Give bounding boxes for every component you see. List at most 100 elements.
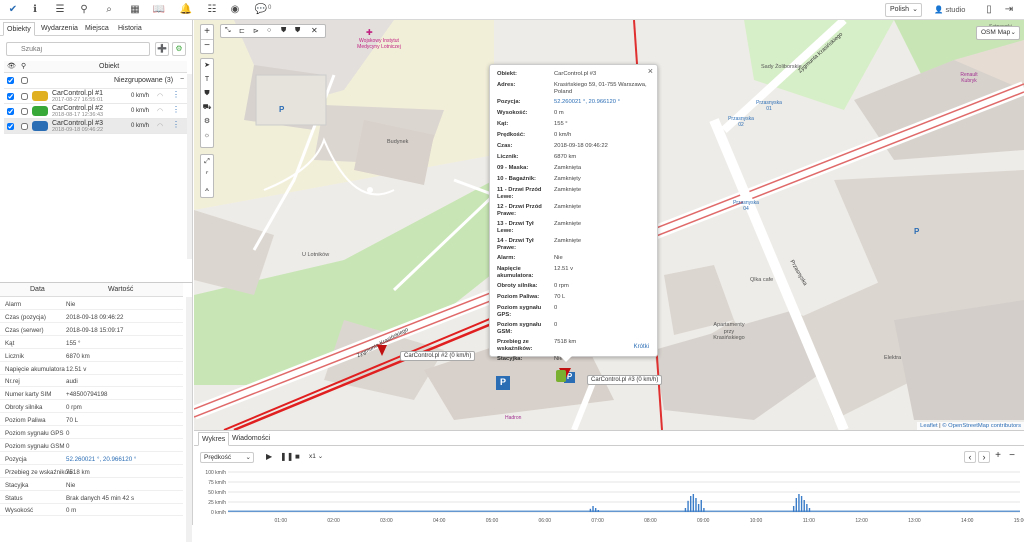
vehicle-label-2[interactable]: CarControl.pl #2 (0 km/h) xyxy=(400,351,476,361)
stop-icon[interactable]: ■ xyxy=(295,452,300,461)
user-menu[interactable]: 👤 studio xyxy=(934,3,965,17)
vehicle-checkbox[interactable] xyxy=(7,123,14,130)
list-icon[interactable]: ☷ xyxy=(205,3,219,17)
detail-label: Licznik xyxy=(5,352,24,360)
map-book-icon[interactable]: 📖 xyxy=(152,3,166,17)
vehicle-pin-checkbox[interactable] xyxy=(21,93,28,100)
minus-icon[interactable]: − xyxy=(180,76,184,83)
pause-icon[interactable]: ❚❚ xyxy=(280,452,293,461)
popup-link[interactable]: Krótki xyxy=(634,344,649,350)
speed-bar xyxy=(806,504,808,512)
gear-icon[interactable]: ⚙ xyxy=(201,115,213,129)
more-options-icon[interactable]: ⋮ xyxy=(172,90,180,99)
chart-bars-icon[interactable]: ▦ xyxy=(128,3,142,17)
vehicle-checkbox[interactable] xyxy=(7,108,14,115)
checkmark-logo-icon[interactable]: ✔ xyxy=(6,3,20,17)
vehicle-label-3[interactable]: CarControl.pl #3 (0 km/h) xyxy=(587,375,663,385)
vehicle-row[interactable]: CarControl.pl #1 2017-08-27 16:55:01 0 km/… xyxy=(4,89,187,104)
map-view[interactable]: Wojskowy Instytut Medycyny Lotniczej Bud… xyxy=(194,20,1024,430)
vehicle-pin-checkbox[interactable] xyxy=(21,108,28,115)
popup-value: Zamknięte xyxy=(554,238,582,244)
details-scrollbar[interactable] xyxy=(186,297,192,542)
tab-chart[interactable]: Wykres xyxy=(198,432,230,446)
search-input[interactable] xyxy=(6,42,150,56)
camera-icon[interactable]: ◉ xyxy=(228,3,242,17)
marker-icon[interactable]: ⛊ xyxy=(281,27,286,35)
info-icon[interactable]: ℹ xyxy=(28,3,42,17)
logout-icon[interactable]: ⇥ xyxy=(1002,3,1016,17)
sliders-icon[interactable]: ☰ xyxy=(53,3,67,17)
text-icon[interactable]: T xyxy=(201,73,213,87)
popup-row: 09 - Maska: Zamknięta xyxy=(497,165,652,176)
tab-objects[interactable]: Obiekty xyxy=(3,22,35,36)
tab-history[interactable]: Historia xyxy=(115,22,145,36)
tab-events[interactable]: Wydarzenia xyxy=(38,22,81,36)
detail-value: 2018-09-18 15:09:17 xyxy=(66,326,124,334)
more-options-icon[interactable]: ⋮ xyxy=(172,120,180,129)
vehicle-row[interactable]: CarControl.pl #2 2018-08-17 12:36:43 0 km/… xyxy=(4,104,187,119)
osm-link[interactable]: © OpenStreetMap contributors xyxy=(942,423,1021,429)
close-icon[interactable]: ✕ xyxy=(311,26,318,35)
zoom-out-button[interactable]: − xyxy=(201,40,213,54)
cursor-icon[interactable]: ➤ xyxy=(201,59,213,73)
popup-key: Pozycja: xyxy=(497,99,521,105)
bell-icon[interactable]: 🔔 xyxy=(179,3,193,17)
language-select[interactable]: Polish ⌄ xyxy=(885,3,922,17)
circle-icon[interactable]: ○ xyxy=(267,27,271,34)
popup-key: Prędkość: xyxy=(497,132,526,138)
polyline-icon[interactable]: ⊏ xyxy=(239,27,245,35)
label-budynek: Budynek xyxy=(387,139,409,145)
signal-icon: ◠ xyxy=(157,108,164,115)
label-hadron: Hadron xyxy=(505,415,522,421)
detail-row: Alarm Nie xyxy=(0,299,183,310)
car-icon[interactable]: ⛟ xyxy=(201,101,213,115)
chart-zoom-out-button[interactable]: − xyxy=(1006,451,1018,463)
sidebar-scrollbar[interactable] xyxy=(187,74,192,259)
ruler-icon[interactable]: ⟑ xyxy=(201,183,213,197)
vehicle-checkbox[interactable] xyxy=(7,93,14,100)
add-object-icon[interactable]: ➕ xyxy=(155,42,169,56)
location-pin-icon[interactable]: ⚲ xyxy=(77,3,91,17)
fullscreen-icon[interactable]: ⤢ xyxy=(201,155,213,169)
vehicle-marker-3-green[interactable] xyxy=(556,370,566,382)
group-checkbox[interactable] xyxy=(7,77,14,84)
zoom-in-button[interactable]: + xyxy=(201,25,213,40)
marker-alt-icon[interactable]: ⛊ xyxy=(295,27,300,35)
popup-value: Zamknięte xyxy=(554,187,582,193)
x-tick-label: 13:00 xyxy=(908,518,921,524)
group-pin-checkbox[interactable] xyxy=(21,77,28,84)
top-toolbar: ✔ ℹ ☰ ⚲ ⌕ ▦ 📖 🔔 ☷ ◉ 💬 0 Polish ⌄ 👤 studio ▯ ⇥ xyxy=(0,0,1024,20)
vehicle-row[interactable]: CarControl.pl #3 2018-09-18 09:46:22 0 km/… xyxy=(4,119,187,134)
chat-icon[interactable]: 💬 xyxy=(254,3,268,17)
shield-icon[interactable]: ⛊ xyxy=(201,87,213,101)
popup-value: Krasińskiego 59, 01-755 Warszawa, Poland xyxy=(554,82,647,95)
polygon-icon[interactable]: ⊳ xyxy=(253,27,259,35)
mobile-icon[interactable]: ▯ xyxy=(982,3,996,17)
settings-icon[interactable]: ⚙ xyxy=(172,42,186,56)
line-icon[interactable]: ⤡ xyxy=(225,27,231,35)
speed-chart[interactable]: 100 km/h 75 km/h 50 km/h 25 km/h 0 km/h 01:00… xyxy=(194,468,1024,526)
popup-value[interactable]: 52.260021 °, 20.966120 ° xyxy=(554,99,654,106)
speed-select[interactable]: x1 ⌄ xyxy=(309,452,333,463)
metric-select[interactable]: Prędkość ⌄ xyxy=(200,452,254,463)
tab-messages[interactable]: Wiadomości xyxy=(232,432,270,446)
eye-icon[interactable]: 👁 xyxy=(7,62,16,70)
popup-row: Kąt: 155 ° xyxy=(497,121,652,132)
sun-icon[interactable]: ☼ xyxy=(201,129,213,143)
pin-icon[interactable]: ⚲ xyxy=(21,62,26,70)
map-layer-select[interactable]: OSM Map ⌄ xyxy=(976,26,1020,40)
search-icon[interactable]: ⌕ xyxy=(102,3,116,17)
chart-prev-button[interactable]: ‹ xyxy=(964,451,976,463)
frame-icon[interactable]: ⌜ xyxy=(201,169,213,183)
group-row[interactable]: Niezgrupowane (3) − xyxy=(4,74,187,89)
detail-value[interactable]: 52.260021 °, 20.966120 ° xyxy=(66,454,136,465)
vehicle-marker-2[interactable] xyxy=(377,345,387,356)
leaflet-link[interactable]: Leaflet xyxy=(920,423,937,429)
chart-zoom-in-button[interactable]: + xyxy=(992,451,1004,463)
popup-key: Napięcie akumulatora: xyxy=(497,266,534,279)
tab-places[interactable]: Miejsca xyxy=(82,22,112,36)
play-icon[interactable]: ▶ xyxy=(266,452,272,461)
vehicle-pin-checkbox[interactable] xyxy=(21,123,28,130)
chart-next-button[interactable]: › xyxy=(978,451,990,463)
more-options-icon[interactable]: ⋮ xyxy=(172,105,180,114)
